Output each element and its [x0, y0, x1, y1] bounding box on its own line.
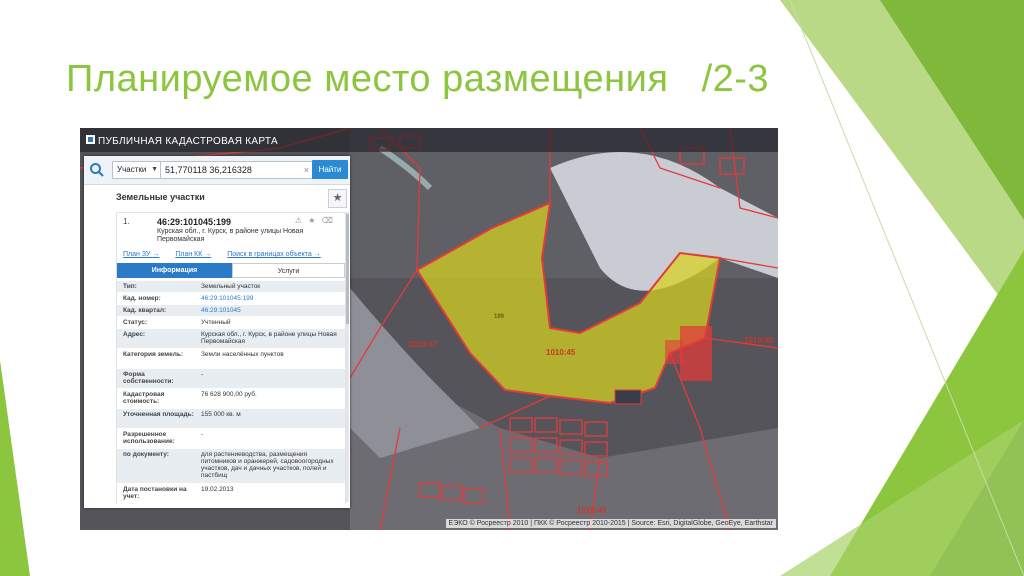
table-row: Адрес: Курская обл., г. Курск, в районе у… — [117, 329, 345, 349]
search-icon[interactable] — [88, 161, 106, 179]
result-links: План ЗУ → План КК → Поиск в границах объ… — [123, 251, 343, 258]
result-card[interactable]: 1. 46:29:101045:199 ⚠ ★ ⌫ Курская обл., … — [116, 212, 346, 504]
table-row: Дата постановки на учет: 19.02.2013 — [117, 484, 345, 504]
result-action-icons[interactable]: ⚠ ★ ⌫ — [295, 216, 335, 225]
table-row: Форма собственности: - — [117, 369, 345, 389]
table-row: Разрешенное использование: - — [117, 429, 345, 449]
row-key: Кад. номер: — [123, 295, 161, 302]
row-key: Уточненная площадь: — [123, 411, 194, 418]
row-key: по документу: — [123, 451, 169, 458]
result-cadastral-id[interactable]: 46:29:101045:199 — [157, 217, 231, 227]
table-row: Статус: Учтенный — [117, 317, 345, 329]
row-value[interactable]: 46:29:101045 — [201, 307, 341, 314]
row-value: Курская обл., г. Курск, в районе улицы Н… — [201, 331, 337, 345]
row-key: Кад. квартал: — [123, 307, 167, 314]
result-address: Курская обл., г. Курск, в районе улицы Н… — [157, 228, 304, 243]
parcel-label: 1010:45 — [546, 348, 576, 357]
search-button[interactable]: Найти — [312, 160, 348, 179]
row-value: Земельный участок — [201, 283, 261, 290]
search-query-value: 51,770118 36,216328 — [165, 165, 252, 175]
row-key: Разрешенное использование: — [123, 431, 175, 445]
panel-scrollbar[interactable] — [346, 212, 349, 502]
tab-services[interactable]: Услуги — [232, 263, 345, 278]
row-value: 19.02.2013 — [201, 486, 234, 493]
tab-information[interactable]: Информация — [117, 263, 232, 278]
favorite-star-button[interactable]: ★ — [328, 189, 347, 208]
table-row: Категория земель: Земли населённых пункто… — [117, 349, 345, 369]
table-row: Кадастровая стоимость: 76 628 900,00 руб. — [117, 389, 345, 409]
slide-title: Планируемое место размещения /2-3 — [66, 58, 770, 100]
row-key: Адрес: — [123, 331, 146, 338]
parcel-label: 199 — [494, 314, 505, 320]
row-key: Дата постановки на учет: — [123, 486, 187, 500]
row-value[interactable]: 46:29:101045:199 — [201, 295, 341, 302]
table-row: Уточненная площадь: 155 000 кв. м — [117, 409, 345, 429]
section-title: Земельные участки — [116, 192, 205, 202]
row-key: Тип: — [123, 283, 137, 290]
table-row: Тип: Земельный участок — [117, 281, 345, 293]
search-type-value: Участки — [117, 165, 147, 174]
parcel-label: 1010:47 — [408, 340, 438, 349]
map-logo-icon — [86, 135, 95, 144]
row-value: Земли населённых пунктов — [201, 351, 284, 358]
row-key: Статус: — [123, 319, 148, 326]
parcel-label: 1010:45 — [744, 336, 774, 345]
search-type-select[interactable]: Участки ▼ — [112, 161, 162, 179]
row-value: 76 628 900,00 руб. — [201, 391, 257, 398]
cadastral-map[interactable]: ПУБЛИЧНАЯ КАДАСТРОВАЯ КАРТА 1010:45 1010… — [80, 128, 778, 530]
row-value: - — [201, 431, 204, 438]
plan-kk-link[interactable]: План КК → — [175, 251, 211, 258]
plan-zu-link[interactable]: План ЗУ → — [123, 251, 159, 258]
search-bar: Участки ▼ 51,770118 36,216328 × Найти — [84, 156, 350, 185]
clear-icon[interactable]: × — [304, 162, 309, 178]
row-value: 155 000 кв. м — [201, 411, 241, 418]
result-number: 1. — [123, 217, 130, 226]
search-in-bounds-link[interactable]: Поиск в границах объекта → — [227, 251, 321, 258]
table-row: Кад. номер: 46:29:101045:199 — [117, 293, 345, 305]
row-value: для растениеводства, размещения питомник… — [201, 451, 334, 479]
search-input[interactable]: 51,770118 36,216328 × — [160, 161, 314, 179]
search-results-panel: Участки ▼ 51,770118 36,216328 × Найти Земе… — [84, 156, 350, 508]
scrollbar-thumb[interactable] — [346, 214, 349, 324]
row-key: Форма собственности: — [123, 371, 174, 385]
table-row: по документу: для растениеводства, размещ… — [117, 449, 345, 484]
parcel-label: 1010:45 — [577, 506, 607, 515]
row-key: Категория земель: — [123, 351, 184, 358]
row-value: Учтенный — [201, 319, 231, 326]
row-key: Кадастровая стоимость: — [123, 391, 165, 405]
map-header-bar: ПУБЛИЧНАЯ КАДАСТРОВАЯ КАРТА — [80, 128, 778, 152]
map-attribution: ЕЭКО © Росреестр 2010 | ПКК © Росреестр … — [445, 519, 776, 528]
attribute-table: Тип: Земельный участок Кад. номер: 46:29:1… — [117, 281, 345, 504]
row-value: - — [201, 371, 204, 378]
chevron-down-icon: ▼ — [151, 166, 158, 173]
map-app-title: ПУБЛИЧНАЯ КАДАСТРОВАЯ КАРТА — [98, 136, 278, 147]
table-row: Кад. квартал: 46:29:101045 — [117, 305, 345, 317]
